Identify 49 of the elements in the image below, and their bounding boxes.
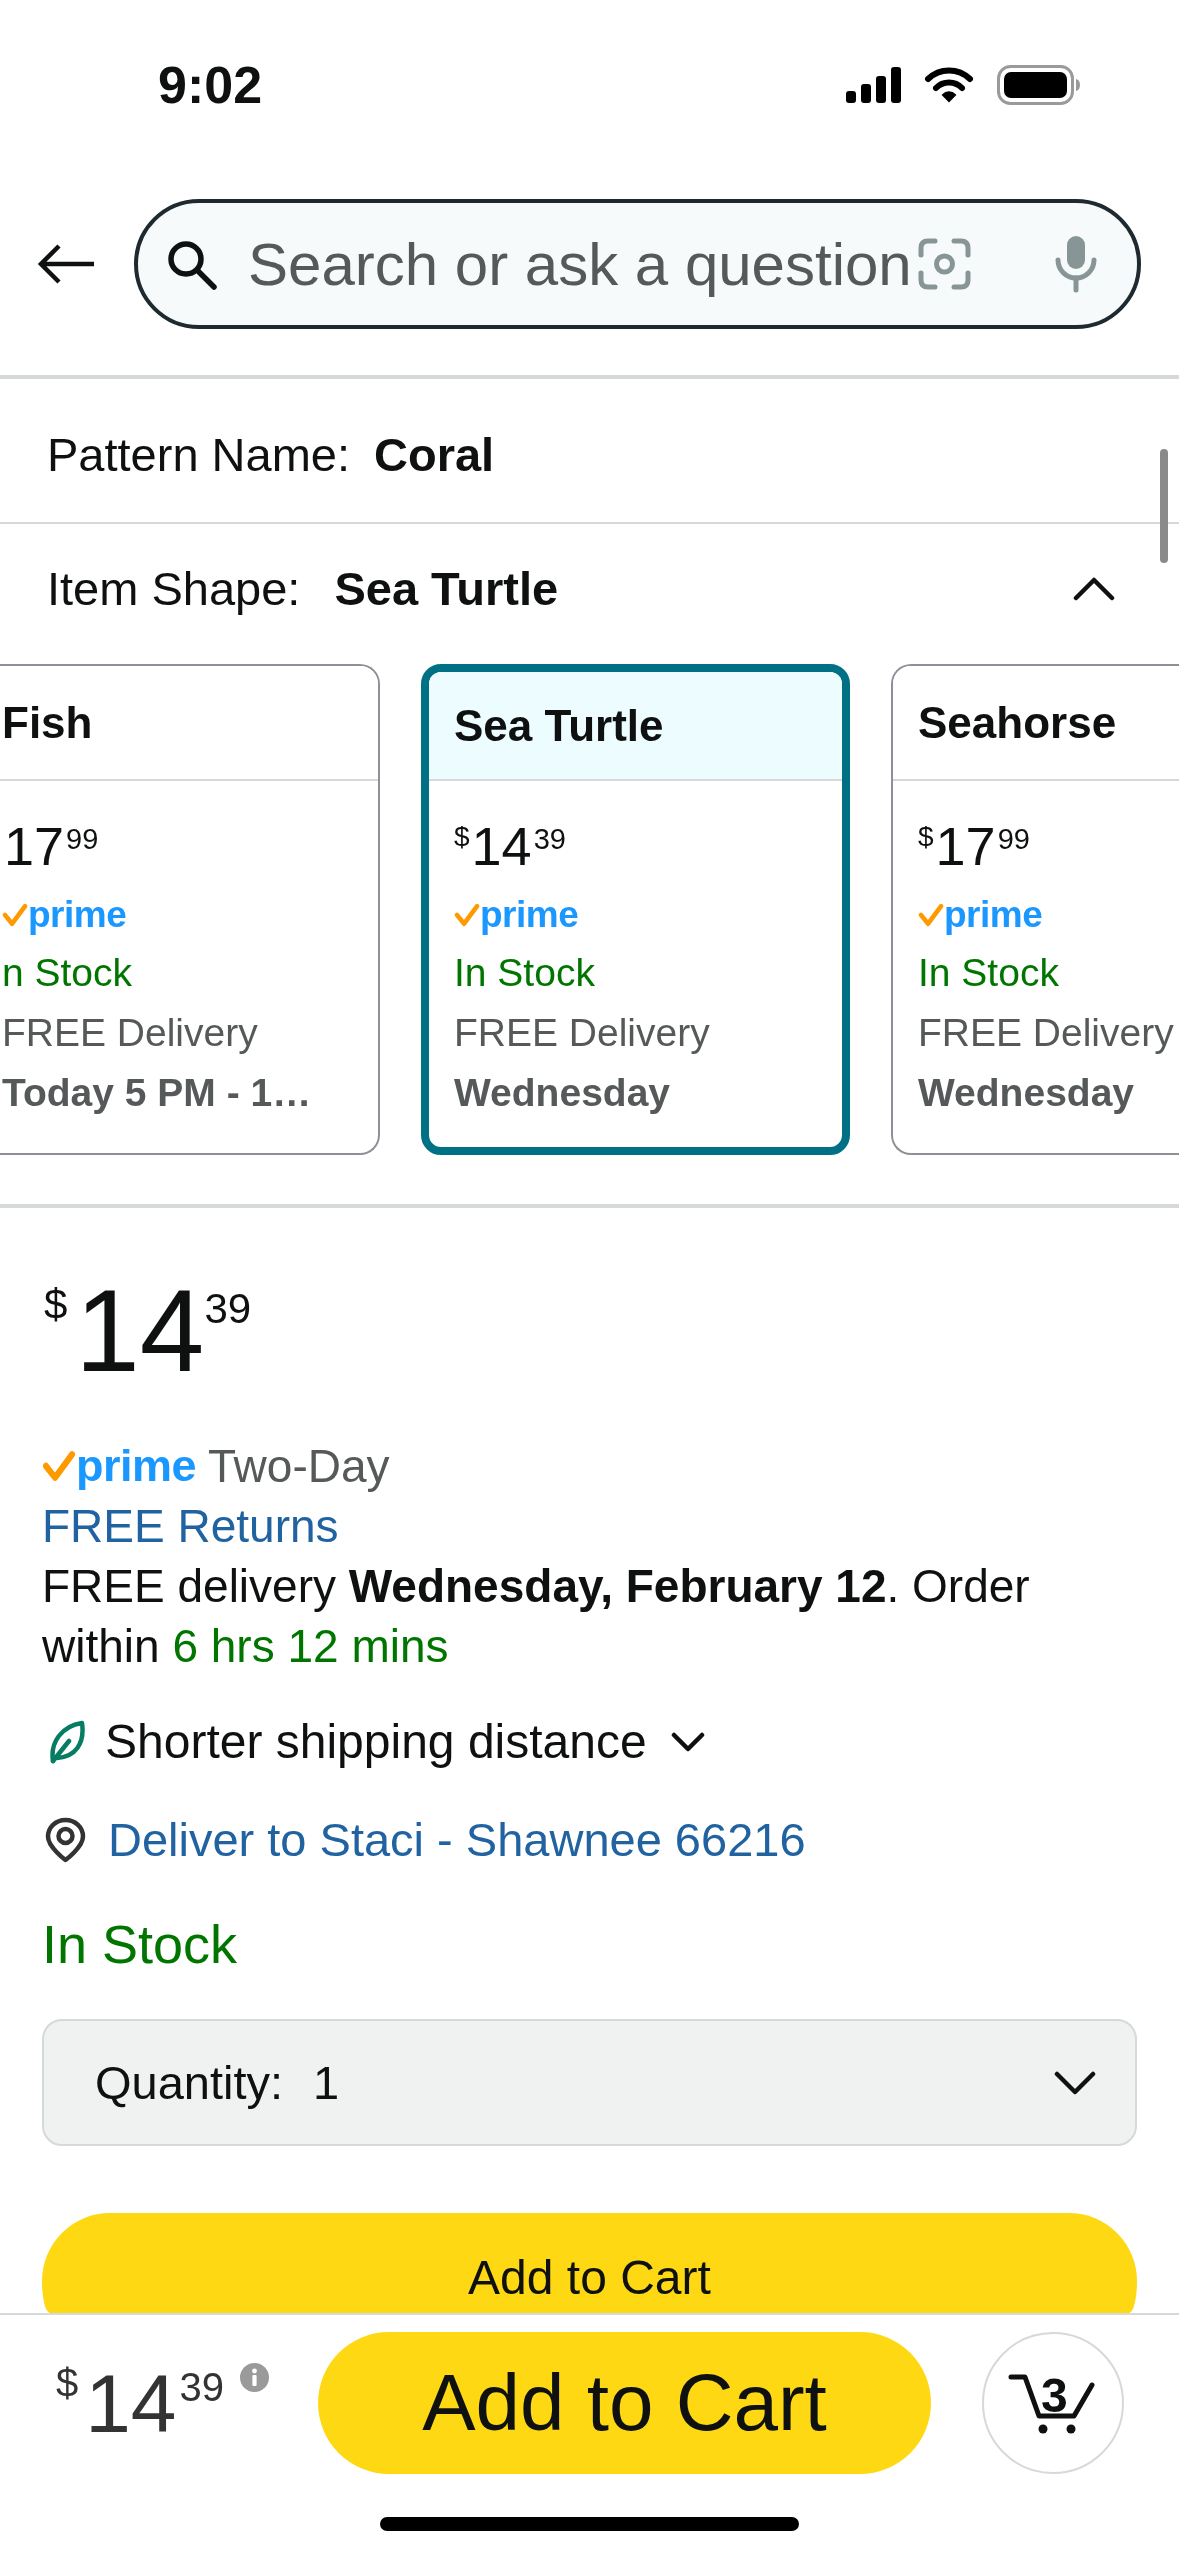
checkmark-icon bbox=[454, 903, 480, 927]
checkmark-icon bbox=[42, 1450, 76, 1482]
prime-label: prime bbox=[944, 893, 1043, 937]
delivery-date: Today 5 PM - 1… bbox=[2, 1070, 312, 1116]
deliver-to-link[interactable]: Deliver to Staci - Shawnee 66216 bbox=[108, 1812, 806, 1868]
camera-search-icon[interactable] bbox=[917, 237, 972, 291]
checkmark-icon bbox=[918, 903, 944, 927]
prime-label: prime bbox=[480, 893, 579, 937]
prime-label: prime bbox=[28, 893, 127, 937]
chevron-up-icon[interactable] bbox=[1073, 577, 1115, 601]
status-time: 9:02 bbox=[158, 59, 263, 111]
delivery-date: Wednesday bbox=[918, 1070, 1135, 1116]
stock-status: In Stock bbox=[454, 950, 595, 996]
pattern-value: Coral bbox=[374, 427, 495, 483]
checkmark-icon bbox=[2, 903, 28, 927]
stock-status: In Stock bbox=[42, 1913, 238, 1976]
signal-icon bbox=[846, 67, 904, 103]
search-icon bbox=[165, 238, 217, 290]
returns-link[interactable]: FREE Returns bbox=[42, 1498, 339, 1554]
option-name: Fish bbox=[2, 696, 93, 749]
delivery-speed: Two-Day bbox=[208, 1439, 390, 1494]
add-to-cart-button[interactable]: Add to Cart bbox=[42, 2213, 1137, 2313]
search-field[interactable]: Search or ask a question bbox=[134, 199, 1141, 329]
info-icon[interactable] bbox=[239, 2363, 269, 2392]
prime-label: prime bbox=[76, 1439, 197, 1493]
delivery-label: FREE Delivery bbox=[454, 1010, 710, 1056]
option-name: Seahorse bbox=[918, 696, 1117, 749]
location-pin-icon bbox=[45, 1817, 86, 1863]
battery-icon bbox=[997, 65, 1081, 105]
chevron-down-icon[interactable] bbox=[670, 1732, 705, 1752]
delivery-label: FREE Delivery bbox=[2, 1010, 258, 1056]
add-to-cart-button[interactable]: Add to Cart bbox=[318, 2332, 931, 2474]
stock-status: In Stock bbox=[918, 950, 1059, 996]
option-name: Sea Turtle bbox=[454, 699, 664, 752]
stock-status: n Stock bbox=[2, 950, 133, 996]
item-shape-label: Item Shape: bbox=[47, 561, 301, 617]
pattern-label: Pattern Name: bbox=[47, 427, 351, 483]
back-arrow-icon[interactable] bbox=[36, 242, 96, 286]
delivery-message: FREE delivery Wednesday, February 12. Order within 6 hrs 12 mins bbox=[42, 1559, 1031, 1674]
leaf-icon bbox=[48, 1720, 86, 1764]
cart-button[interactable]: 3 bbox=[982, 2332, 1124, 2474]
delivery-date: Wednesday bbox=[454, 1070, 671, 1116]
chevron-down-icon bbox=[1054, 2070, 1096, 2095]
item-shape-value: Sea Turtle bbox=[334, 561, 559, 617]
delivery-label: FREE Delivery bbox=[918, 1010, 1174, 1056]
wifi-icon bbox=[924, 66, 974, 104]
shipping-distance-button[interactable]: Shorter shipping distance bbox=[42, 1714, 705, 1770]
quantity-dropdown[interactable]: Quantity: 1 bbox=[42, 2019, 1137, 2146]
cart-count: 3 bbox=[1041, 2372, 1068, 2420]
